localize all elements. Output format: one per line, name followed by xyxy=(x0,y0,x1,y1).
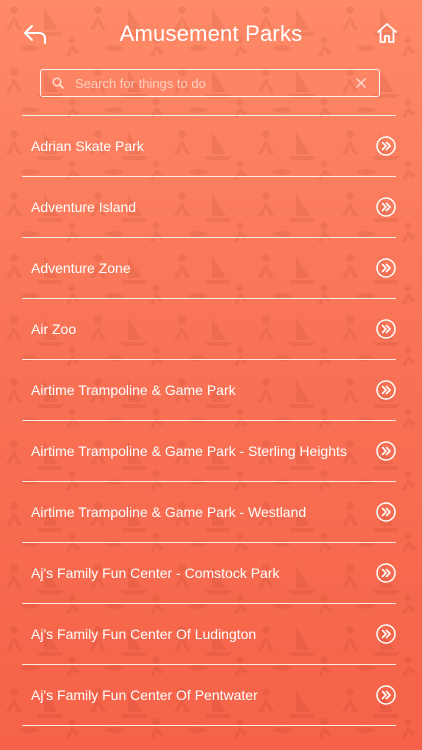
list-item[interactable]: Aj's Family Fun Center Of Ludington xyxy=(0,604,422,664)
double-chevron-right-icon[interactable] xyxy=(376,624,396,644)
header-bar: Amusement Parks xyxy=(0,0,422,66)
list-item-label: Adventure Zone xyxy=(31,260,131,276)
page-title: Amusement Parks xyxy=(119,21,303,46)
home-icon[interactable] xyxy=(376,22,398,44)
double-chevron-right-icon[interactable] xyxy=(376,380,396,400)
double-chevron-right-icon[interactable] xyxy=(376,197,396,217)
double-chevron-right-icon[interactable] xyxy=(376,136,396,156)
list-item[interactable]: Airtime Trampoline & Game Park - Sterlin… xyxy=(0,421,422,481)
park-list: Adrian Skate Park Adventure Island Adven… xyxy=(0,115,422,726)
list-item[interactable]: Air Zoo xyxy=(0,299,422,359)
list-item-label: Airtime Trampoline & Game Park - Sterlin… xyxy=(31,443,347,459)
list-item[interactable]: Aj's Family Fun Center - Comstock Park xyxy=(0,543,422,603)
search-input[interactable] xyxy=(75,70,345,96)
list-divider xyxy=(22,725,396,726)
double-chevron-right-icon[interactable] xyxy=(376,563,396,583)
double-chevron-right-icon[interactable] xyxy=(376,502,396,522)
list-item-label: Airtime Trampoline & Game Park xyxy=(31,382,236,398)
double-chevron-right-icon[interactable] xyxy=(376,685,396,705)
list-item-label: Adrian Skate Park xyxy=(31,138,144,154)
search-icon xyxy=(52,77,64,89)
double-chevron-right-icon[interactable] xyxy=(376,258,396,278)
list-item[interactable]: Adventure Island xyxy=(0,177,422,237)
list-item[interactable]: Adrian Skate Park xyxy=(0,116,422,176)
list-item-label: Adventure Island xyxy=(31,199,137,215)
list-item-label: Aj's Family Fun Center Of Pentwater xyxy=(31,687,258,703)
double-chevron-right-icon[interactable] xyxy=(376,319,396,339)
list-item[interactable]: Airtime Trampoline & Game Park - Westlan… xyxy=(0,482,422,542)
list-item[interactable]: Adventure Zone xyxy=(0,238,422,298)
list-item-label: Aj's Family Fun Center - Comstock Park xyxy=(31,565,280,581)
list-item[interactable]: Airtime Trampoline & Game Park xyxy=(0,360,422,420)
list-item-label: Airtime Trampoline & Game Park - Westlan… xyxy=(31,504,307,520)
search-bar xyxy=(40,69,380,97)
list-item-label: Air Zoo xyxy=(31,321,77,337)
list-item[interactable]: Aj's Family Fun Center Of Pentwater xyxy=(0,665,422,725)
list-item-label: Aj's Family Fun Center Of Ludington xyxy=(31,626,257,642)
double-chevron-right-icon[interactable] xyxy=(376,441,396,461)
clear-icon[interactable] xyxy=(355,77,367,89)
